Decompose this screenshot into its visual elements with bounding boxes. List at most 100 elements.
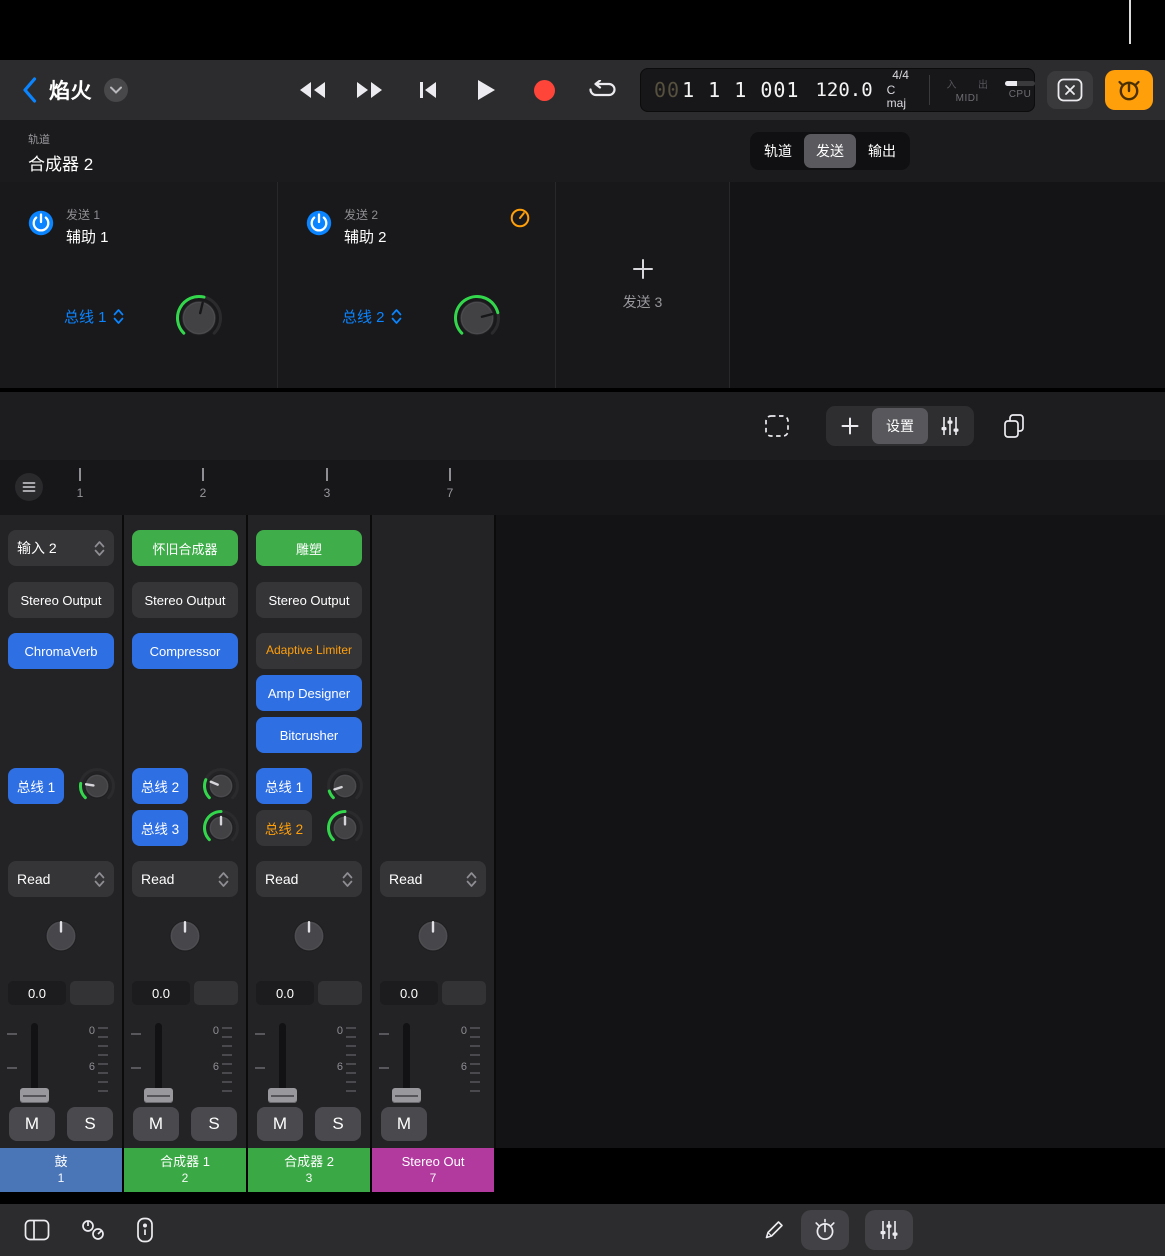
pre-fader-gauge-icon[interactable] — [509, 207, 531, 229]
forward-button[interactable] — [350, 70, 390, 110]
send-bus-selector[interactable]: 总线 1 — [64, 306, 124, 327]
send-knob[interactable] — [78, 767, 116, 805]
settings-button[interactable]: 设置 — [872, 408, 928, 444]
send-knob[interactable] — [202, 767, 240, 805]
send-power-button[interactable] — [28, 210, 54, 236]
automation-mode-selector[interactable]: Read — [132, 861, 238, 897]
automation-mode-selector[interactable]: Read — [256, 861, 362, 897]
volume-value[interactable]: 0.0 — [132, 981, 190, 1005]
volume-fader[interactable]: 0 6 — [248, 1021, 370, 1105]
tab-sends[interactable]: 发送 — [804, 134, 856, 168]
plus-icon — [841, 417, 859, 435]
solo-button[interactable]: S — [191, 1107, 237, 1141]
send-slot: 总线 1 — [8, 767, 116, 805]
mute-button[interactable]: M — [381, 1107, 427, 1141]
back-button[interactable] — [22, 77, 37, 103]
send-bus-button[interactable]: 总线 3 — [132, 810, 188, 846]
input-selector[interactable]: 输入 2 — [8, 530, 114, 566]
fader-handle[interactable] — [392, 1088, 421, 1103]
send-bus-button[interactable]: 总线 2 — [132, 768, 188, 804]
close-window-button[interactable] — [1047, 71, 1093, 109]
send-knob[interactable] — [326, 767, 364, 805]
browser-icon — [24, 1218, 50, 1242]
send-bus-button[interactable]: 总线 1 — [256, 768, 312, 804]
pan-knob[interactable] — [411, 914, 455, 958]
fader-scale: 0 6 — [82, 1023, 108, 1103]
fader-handle[interactable] — [20, 1088, 49, 1103]
fader-track — [403, 1023, 410, 1103]
output-selector[interactable]: Stereo Output — [132, 582, 238, 618]
marquee-select-button[interactable] — [755, 406, 799, 446]
title-menu-button[interactable] — [104, 78, 128, 102]
volume-fader[interactable]: 0 6 — [124, 1021, 246, 1105]
volume-fader[interactable]: 0 6 — [0, 1021, 122, 1105]
send-slot-label: 发送 1 — [66, 206, 109, 223]
automation-mode-selector[interactable]: Read — [8, 861, 114, 897]
automation-pencil-button[interactable] — [763, 1219, 785, 1241]
mixer-empty-area — [496, 515, 1165, 1148]
send-bus-button[interactable]: 总线 1 — [8, 768, 64, 804]
instrument-selector[interactable]: 雕塑 — [256, 530, 362, 566]
solo-button[interactable]: S — [67, 1107, 113, 1141]
add-send-slot[interactable]: 发送 3 — [556, 182, 730, 388]
send-level-knob[interactable] — [453, 294, 501, 342]
output-selector[interactable]: Stereo Output — [8, 582, 114, 618]
track-label-stereo-out[interactable]: Stereo Out7 — [372, 1148, 494, 1192]
tab-tracks[interactable]: 轨道 — [752, 134, 804, 168]
plugin-slot[interactable]: Bitcrusher — [256, 717, 362, 753]
browser-button[interactable] — [24, 1218, 50, 1242]
volume-value[interactable]: 0.0 — [256, 981, 314, 1005]
input-device-button[interactable] — [136, 1217, 154, 1243]
mute-button[interactable]: M — [133, 1107, 179, 1141]
plugin-slot[interactable]: Compressor — [132, 633, 238, 669]
automation-mode-selector[interactable]: Read — [380, 861, 486, 897]
send-power-button[interactable] — [306, 210, 332, 236]
mixer-view-button[interactable] — [865, 1210, 913, 1250]
plugins-button[interactable] — [80, 1217, 106, 1243]
track-label-synth2[interactable]: 合成器 23 — [248, 1148, 370, 1192]
pan-knob[interactable] — [39, 914, 83, 958]
tuner-button[interactable] — [801, 1210, 849, 1250]
send-knob[interactable] — [326, 809, 364, 847]
send-level-knob[interactable] — [175, 294, 223, 342]
view-segmented-control: 轨道 发送 输出 — [750, 132, 910, 170]
mute-button[interactable]: M — [9, 1107, 55, 1141]
send-slot: 总线 3 — [132, 809, 240, 847]
rewind-button[interactable] — [292, 70, 332, 110]
plugin-slot[interactable]: ChromaVerb — [8, 633, 114, 669]
lcd-display[interactable]: 001 1 1 001 120.0 4/4 C maj 入 出 MIDI CPU — [640, 68, 1035, 112]
volume-value[interactable]: 0.0 — [380, 981, 438, 1005]
mixer-menu-button[interactable] — [14, 472, 44, 502]
cycle-button[interactable] — [582, 70, 622, 110]
add-channel-button[interactable] — [828, 408, 872, 444]
channel-controls-button[interactable] — [928, 408, 972, 444]
fader-handle[interactable] — [144, 1088, 173, 1103]
output-selector[interactable]: Stereo Output — [256, 582, 362, 618]
send-slot-label: 发送 2 — [344, 206, 387, 223]
fader-handle[interactable] — [268, 1088, 297, 1103]
tab-output[interactable]: 输出 — [856, 134, 908, 168]
go-to-beginning-button[interactable] — [408, 70, 448, 110]
track-label-drums[interactable]: 鼓1 — [0, 1148, 122, 1192]
pan-knob[interactable] — [163, 914, 207, 958]
mute-button[interactable]: M — [257, 1107, 303, 1141]
volume-fader[interactable]: 0 6 — [372, 1021, 494, 1105]
send-bus-button-bypassed[interactable]: 总线 2 — [256, 810, 312, 846]
marquee-icon — [764, 414, 790, 438]
instrument-selector[interactable]: 怀旧合成器 — [132, 530, 238, 566]
volume-value[interactable]: 0.0 — [8, 981, 66, 1005]
midi-in-label: 入 — [946, 76, 956, 91]
record-button[interactable] — [524, 70, 564, 110]
send-bus-selector[interactable]: 总线 2 — [342, 306, 402, 327]
solo-button[interactable]: S — [315, 1107, 361, 1141]
copy-settings-button[interactable] — [992, 406, 1036, 446]
send-knob[interactable] — [202, 809, 240, 847]
bottom-toolbar — [0, 1204, 1165, 1256]
pan-knob[interactable] — [287, 914, 331, 958]
plugin-slot-bypassed[interactable]: Adaptive Limiter — [256, 633, 362, 669]
plugin-slot[interactable]: Amp Designer — [256, 675, 362, 711]
play-button[interactable] — [466, 70, 506, 110]
controls-mode-button[interactable] — [1105, 70, 1153, 110]
track-label-synth1[interactable]: 合成器 12 — [124, 1148, 246, 1192]
rewind-icon — [297, 81, 327, 99]
